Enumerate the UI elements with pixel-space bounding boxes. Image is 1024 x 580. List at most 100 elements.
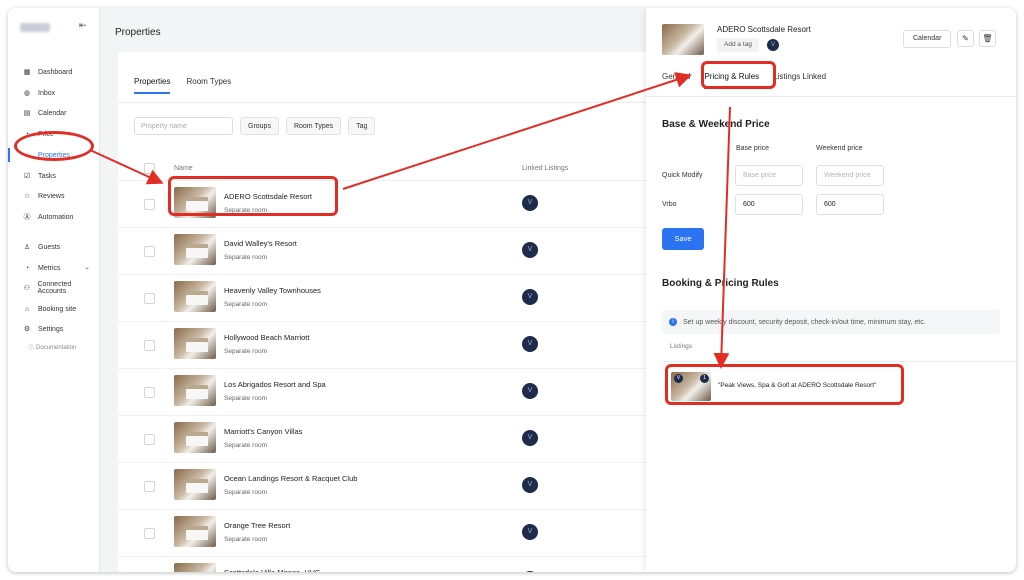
vrbo-base-price-input[interactable]: 600 — [735, 194, 803, 215]
sidebar-item-guests[interactable]: ♙ Guests — [14, 238, 98, 256]
property-thumbnail — [174, 469, 216, 500]
sidebar-item-label: Properties — [38, 151, 70, 159]
table-row[interactable]: Heavenly Valley Townhouses Separate room V — [118, 275, 678, 322]
sidebar-item-label: Inbox — [38, 89, 56, 97]
delete-icon[interactable]: 🗑 — [979, 30, 996, 47]
row-checkbox[interactable] — [144, 340, 155, 351]
divider — [646, 96, 1016, 97]
column-linked-listings: Linked Listings — [522, 165, 569, 172]
property-name: Ocean Landings Resort & Racquet Club — [224, 474, 358, 483]
tab-pricing-rules[interactable]: Pricing & Rules — [704, 72, 760, 89]
tag-filter-button[interactable]: Tag — [348, 117, 376, 135]
sidebar-item-booking-site[interactable]: ⌂ Booking site — [14, 300, 98, 318]
listing-count-badge: 1 — [700, 374, 709, 383]
table-row[interactable]: Los Abrigados Resort and Spa Separate roo… — [118, 369, 678, 416]
row-checkbox[interactable] — [144, 387, 155, 398]
sidebar-item-price[interactable]: ◔ Price — [14, 125, 98, 143]
vrbo-channel-icon: V — [522, 383, 538, 399]
property-name-search-input[interactable]: Property name — [134, 117, 233, 135]
tab-general[interactable]: General — [662, 72, 690, 89]
calendar-button[interactable]: Calendar — [903, 30, 952, 48]
table-row[interactable]: Marriott's Canyon Villas Separate room V — [118, 416, 678, 463]
sidebar-item-settings[interactable]: ⚙ Settings — [14, 320, 98, 338]
select-all-checkbox[interactable] — [144, 163, 155, 174]
automation-icon: Ⓐ — [23, 214, 31, 221]
property-name: Los Abrigados Resort and Spa — [224, 380, 326, 389]
table-row[interactable]: ADERO Scottsdale Resort Separate room V — [118, 181, 678, 228]
sidebar-item-calendar[interactable]: ▤ Calendar — [14, 104, 98, 122]
quick-modify-label: Quick Modify — [662, 172, 703, 179]
sidebar-item-label: Dashboard — [38, 68, 73, 76]
quick-modify-base-input[interactable]: Base price — [735, 165, 803, 186]
main-tabs: Properties Room Types — [134, 77, 231, 94]
sidebar: ⇤ ▦ Dashboard ◍ Inbox ▤ Calendar ◔ Price ⌂ Proper… — [8, 8, 100, 572]
property-thumbnail — [174, 328, 216, 359]
property-name: Marriott's Canyon Villas — [224, 427, 303, 436]
tab-room-types[interactable]: Room Types — [186, 77, 231, 94]
documentation-link[interactable]: ⓘ Documentation — [28, 343, 76, 353]
base-price-column: Base price — [736, 145, 770, 152]
row-checkbox[interactable] — [144, 199, 155, 210]
inbox-icon: ◍ — [23, 90, 31, 97]
save-button[interactable]: Save — [662, 228, 704, 250]
sidebar-item-label: Tasks — [38, 172, 56, 180]
property-type: Separate room — [224, 536, 267, 543]
vrbo-weekend-price-input[interactable]: 600 — [816, 194, 884, 215]
sidebar-item-tasks[interactable]: ☑ Tasks — [14, 167, 98, 185]
sidebar-item-reviews[interactable]: ☆ Reviews — [14, 187, 98, 205]
tab-listings-linked[interactable]: Listings Linked — [773, 72, 826, 89]
add-tag-button[interactable]: Add a tag — [717, 38, 759, 52]
calendar-icon: ▤ — [23, 110, 31, 117]
sidebar-item-label: Connected Accounts — [37, 281, 72, 295]
table-row[interactable]: Scottsdale Villa Mirage. HVCSeparate roo… — [118, 557, 678, 572]
table-row[interactable]: Orange Tree Resort Separate room V — [118, 510, 678, 557]
app-window: ⇤ ▦ Dashboard ◍ Inbox ▤ Calendar ◔ Price ⌂ Proper… — [8, 8, 1016, 572]
info-icon: ⓘ — [28, 346, 35, 352]
vrbo-channel-icon: V — [522, 430, 538, 446]
sidebar-item-properties[interactable]: ⌂ Properties — [8, 146, 98, 164]
sidebar-item-automation[interactable]: Ⓐ Automation — [14, 208, 98, 226]
sidebar-item-metrics[interactable]: ◔ Metrics ⌄ — [14, 259, 98, 277]
base-weekend-price-heading: Base & Weekend Price — [662, 119, 770, 130]
sidebar-item-dashboard[interactable]: ▦ Dashboard — [14, 63, 98, 81]
user-icon: ♙ — [23, 244, 31, 251]
dashboard-icon: ▦ — [23, 69, 31, 76]
linked-listing-item[interactable]: V 1 "Peak Views, Spa & Golf at ADERO Sco… — [668, 370, 908, 403]
table-row[interactable]: David Walley's Resort Separate room V — [118, 228, 678, 275]
column-name: Name — [174, 165, 193, 172]
filter-bar: Property name Groups Room Types Tag — [134, 117, 376, 135]
chevron-down-icon[interactable]: ⌄ — [84, 263, 90, 271]
room-types-filter-button[interactable]: Room Types — [285, 117, 342, 135]
sidebar-item-connected-accounts[interactable]: ⚇ Connected Accounts — [14, 279, 98, 297]
table-row[interactable]: Hollywood Beach Marriott Separate room V — [118, 322, 678, 369]
weekend-price-column: Weekend price — [816, 145, 863, 152]
collapse-sidebar-icon[interactable]: ⇤ — [79, 20, 87, 31]
row-checkbox[interactable] — [144, 434, 155, 445]
tasks-icon: ☑ — [23, 173, 31, 180]
property-thumbnail — [174, 516, 216, 547]
metrics-icon: ◔ — [24, 264, 30, 272]
sidebar-item-label: Price — [38, 130, 54, 138]
row-checkbox[interactable] — [144, 481, 155, 492]
booking-pricing-rules-heading: Booking & Pricing Rules — [662, 278, 779, 289]
row-checkbox[interactable] — [144, 528, 155, 539]
vrbo-channel-icon: V — [522, 336, 538, 352]
sidebar-item-inbox[interactable]: ◍ Inbox — [14, 84, 98, 102]
panel-title: ADERO Scottsdale Resort — [717, 25, 811, 34]
sidebar-item-label: Metrics — [38, 264, 61, 272]
edit-icon[interactable]: ✎ — [957, 30, 974, 47]
tab-properties[interactable]: Properties — [134, 77, 171, 94]
groups-filter-button[interactable]: Groups — [240, 117, 279, 135]
vrbo-channel-icon: V — [522, 477, 538, 493]
quick-modify-weekend-input[interactable]: Weekend price — [816, 165, 884, 186]
vrbo-channel-icon: V — [522, 571, 538, 572]
vrbo-channel-icon: V — [522, 289, 538, 305]
property-thumbnail — [174, 281, 216, 312]
row-checkbox[interactable] — [144, 246, 155, 257]
price-icon: ◔ — [24, 130, 30, 138]
property-detail-panel: ADERO Scottsdale Resort Add a tag V Cale… — [646, 8, 1016, 572]
table-row[interactable]: Ocean Landings Resort & Racquet Club Sepa… — [118, 463, 678, 510]
row-checkbox[interactable] — [144, 293, 155, 304]
rules-info-banner: i Set up weekly discount, security depos… — [662, 310, 1000, 334]
property-type: Separate room — [224, 207, 267, 214]
